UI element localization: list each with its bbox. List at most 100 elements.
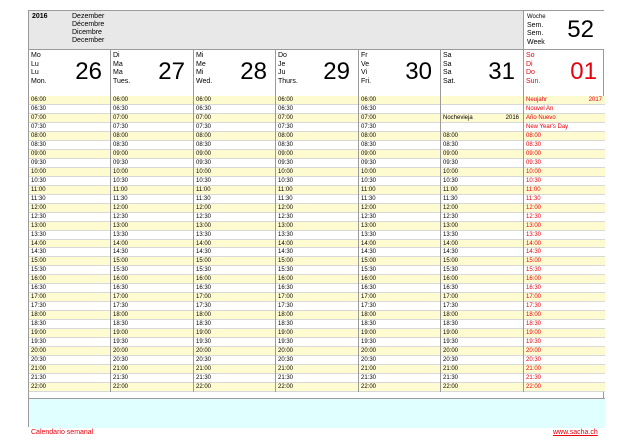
time-slot[interactable]: 07:00 [29,113,110,123]
time-slot[interactable]: 08:00 [111,131,193,141]
time-slot[interactable]: 11:00 [111,185,193,195]
time-slot[interactable]: 18:30 [111,320,193,330]
time-slot[interactable]: 12:30 [194,212,275,222]
time-slot[interactable]: 12:00 [111,203,193,213]
time-slot[interactable]: 11:00 [524,185,605,195]
time-slot[interactable]: 08:00 [524,131,605,141]
time-slot[interactable]: 20:00 [29,347,110,357]
time-slot[interactable]: 16:30 [441,284,523,294]
time-slot[interactable]: 11:30 [29,194,110,204]
time-slot[interactable]: 07:00 [111,113,193,123]
time-slot[interactable]: 14:30 [29,248,110,258]
time-slot[interactable]: 20:00 [111,347,193,357]
time-slot[interactable]: 06:30 [276,104,358,114]
time-slot[interactable]: 21:30 [111,374,193,383]
time-slot[interactable]: 15:00 [359,257,440,267]
time-slot[interactable]: 21:00 [29,365,110,375]
time-slot[interactable]: 20:00 [441,347,523,357]
time-slot[interactable]: 21:30 [194,374,275,383]
time-slot[interactable]: 15:00 [111,257,193,267]
time-slot[interactable]: 07:30 [359,122,440,132]
time-slot[interactable]: 11:30 [524,194,605,204]
time-slot[interactable]: 10:00 [29,167,110,177]
time-slot[interactable] [441,122,523,132]
time-slot[interactable]: 17:00 [359,293,440,303]
time-slot[interactable]: 14:30 [111,248,193,258]
time-slot[interactable]: 22:00 [441,383,523,392]
time-slot[interactable]: 19:30 [359,338,440,348]
time-slot[interactable]: 10:00 [276,167,358,177]
time-slot[interactable]: 15:00 [29,257,110,267]
time-slot[interactable]: 18:30 [359,320,440,330]
time-slot[interactable]: 16:00 [359,275,440,285]
time-slot[interactable]: 08:00 [276,131,358,141]
time-slot[interactable]: 20:00 [194,347,275,357]
time-slot[interactable]: 18:00 [524,311,605,321]
time-slot[interactable] [441,96,523,105]
time-slot[interactable]: 06:30 [194,104,275,114]
time-slot[interactable]: 06:00 [276,96,358,105]
time-slot[interactable]: 09:00 [276,149,358,159]
time-slot[interactable]: 15:00 [441,257,523,267]
time-slot[interactable]: 11:30 [276,194,358,204]
time-slot[interactable]: 16:00 [276,275,358,285]
time-slot[interactable]: 07:00 [194,113,275,123]
time-slot[interactable]: 10:30 [359,176,440,186]
time-slot[interactable]: 20:00 [524,347,605,357]
time-slot[interactable]: 06:00 [29,96,110,105]
time-slot[interactable]: 12:00 [359,203,440,213]
time-slot[interactable]: 22:00 [276,383,358,392]
time-slot[interactable]: 07:30 [111,122,193,132]
time-slot[interactable]: 16:30 [29,284,110,294]
time-slot[interactable]: 17:00 [194,293,275,303]
time-slot[interactable]: 13:00 [524,221,605,231]
time-slot[interactable]: 12:30 [524,212,605,222]
time-slot[interactable]: 12:00 [29,203,110,213]
time-slot[interactable]: 10:00 [359,167,440,177]
time-slot[interactable]: 09:00 [194,149,275,159]
time-slot[interactable]: 09:30 [194,158,275,168]
time-slot[interactable]: 09:30 [359,158,440,168]
time-slot[interactable]: 10:30 [276,176,358,186]
time-slot[interactable]: 16:30 [359,284,440,294]
time-slot[interactable]: 14:00 [359,239,440,249]
time-slot[interactable]: 19:30 [524,338,605,348]
time-slot[interactable]: 15:30 [276,266,358,276]
time-slot[interactable]: 09:30 [111,158,193,168]
time-slot[interactable]: 21:30 [29,374,110,383]
time-slot[interactable]: 18:30 [524,320,605,330]
time-slot[interactable]: 16:30 [111,284,193,294]
time-slot[interactable]: 21:30 [276,374,358,383]
time-slot[interactable]: 06:00 [111,96,193,105]
time-slot[interactable]: 22:00 [29,383,110,392]
time-slot[interactable]: 13:30 [359,230,440,240]
time-slot[interactable]: 08:30 [524,140,605,150]
time-slot[interactable]: 17:30 [524,302,605,312]
time-slot[interactable]: 11:30 [111,194,193,204]
time-slot[interactable]: 19:00 [194,329,275,339]
time-slot[interactable]: 08:30 [359,140,440,150]
time-slot[interactable]: 10:00 [111,167,193,177]
time-slot[interactable]: 14:30 [359,248,440,258]
time-slot[interactable]: 18:00 [276,311,358,321]
time-slot[interactable]: 18:30 [276,320,358,330]
time-slot[interactable]: 08:30 [29,140,110,150]
time-slot[interactable]: 13:00 [359,221,440,231]
time-slot[interactable]: 15:30 [359,266,440,276]
time-slot[interactable]: 20:30 [441,356,523,366]
time-slot[interactable]: 21:00 [276,365,358,375]
time-slot[interactable]: 16:30 [524,284,605,294]
time-slot[interactable]: 21:00 [524,365,605,375]
time-slot[interactable]: 20:30 [524,356,605,366]
time-slot[interactable]: 12:00 [441,203,523,213]
time-slot[interactable]: 20:30 [111,356,193,366]
time-slot[interactable]: 16:00 [29,275,110,285]
time-slot[interactable]: 06:30 [111,104,193,114]
time-slot[interactable]: 10:00 [441,167,523,177]
time-slot[interactable]: 11:30 [359,194,440,204]
time-slot[interactable] [441,104,523,114]
time-slot[interactable]: 15:00 [276,257,358,267]
time-slot[interactable]: 15:30 [194,266,275,276]
time-slot[interactable]: 10:30 [111,176,193,186]
time-slot[interactable]: 14:00 [29,239,110,249]
